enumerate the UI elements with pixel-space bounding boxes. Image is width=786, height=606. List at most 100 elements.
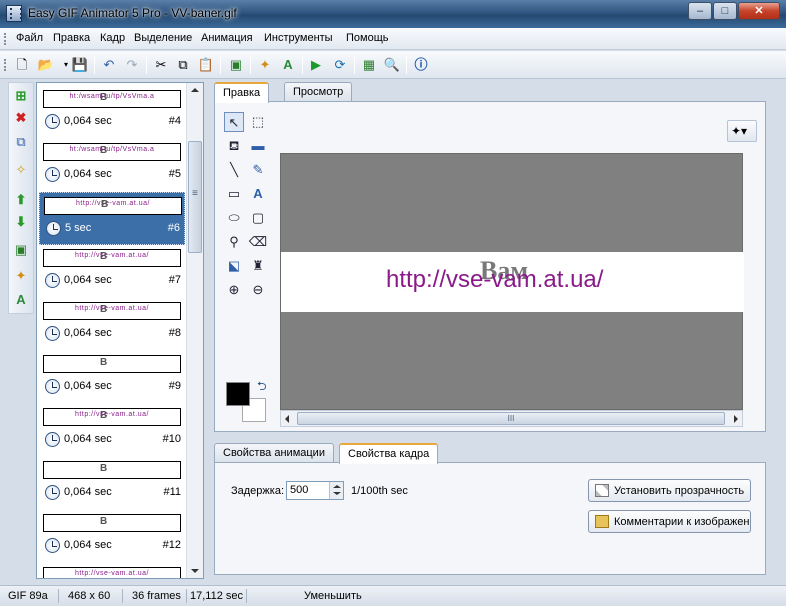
play-icon[interactable]: ▶ [306, 55, 326, 75]
eyedropper-icon[interactable]: ⚲ [224, 232, 244, 252]
spray-icon[interactable]: ♜ [248, 256, 268, 276]
toolbar-grip-icon[interactable] [4, 59, 7, 71]
maximize-button[interactable]: □ [713, 2, 737, 20]
delay-value[interactable]: 500 [290, 484, 308, 496]
rounded-rect-icon[interactable]: ▢ [248, 208, 268, 228]
menu-grip-icon[interactable] [4, 33, 7, 45]
frame-item[interactable]: B 0,064 sec #9 [39, 351, 185, 404]
resize-frame-icon[interactable]: ▣ [12, 241, 30, 259]
canvas[interactable]: Bам http://vse-vam.at.ua/ [280, 153, 744, 410]
swap-colors-icon[interactable]: ⮌ [257, 377, 267, 398]
effects-wand-icon[interactable]: ✦ [12, 267, 30, 285]
new-file-icon[interactable]: 🗋 [12, 55, 32, 75]
minimize-button[interactable]: ‒ [688, 2, 712, 20]
ellipse-icon[interactable]: ⬭ [224, 208, 244, 228]
eraser-icon[interactable]: ⌫ [248, 232, 268, 252]
fill-bucket-icon[interactable]: ⛾ [224, 136, 244, 156]
clock-icon [45, 432, 60, 447]
frame-item[interactable]: B 0,064 sec #11 [39, 457, 185, 510]
move-down-icon[interactable]: ⬇ [12, 213, 30, 231]
app-icon [6, 5, 22, 22]
tab-preview[interactable]: Просмотр [284, 82, 353, 102]
zoom-out-icon[interactable]: ⊖ [248, 280, 268, 300]
copy-icon[interactable]: ⧉ [173, 55, 193, 75]
scroll-down-icon[interactable] [191, 569, 199, 573]
frame-number: #5 [168, 168, 181, 180]
move-up-icon[interactable]: ⬆ [12, 191, 30, 209]
scroll-thumb[interactable] [188, 141, 202, 253]
help-icon[interactable]: ⓘ [411, 55, 431, 75]
rect-select-icon[interactable]: ⬚ [248, 112, 268, 132]
add-frame-icon[interactable]: ⊞ [12, 87, 30, 105]
frame-item[interactable]: B 0,064 sec #12 [39, 510, 185, 563]
frame-item[interactable]: http://vse-vam.at.ua/B 0,064 sec #8 [39, 298, 185, 351]
undo-icon[interactable]: ↶ [99, 55, 119, 75]
preview-zoom-icon[interactable]: 🔍 [382, 55, 402, 75]
new-frame-icon[interactable]: ✧ [12, 161, 30, 179]
menu-animation[interactable]: Анимация [201, 32, 253, 44]
frame-thumbnail: http://vse-vam.at.ua/B [44, 197, 182, 215]
set-transparency-button[interactable]: Установить прозрачность [588, 479, 751, 502]
tab-edit[interactable]: Правка [214, 82, 270, 103]
select-arrow-icon[interactable]: ↖ [224, 112, 244, 132]
insert-image-icon[interactable]: ▦ [359, 55, 379, 75]
status-bar: GIF 89a 468 x 60 36 frames 17,112 sec Ум… [0, 585, 786, 606]
magic-wand-icon[interactable]: ✦ [255, 55, 275, 75]
close-button[interactable]: ✕ [738, 2, 780, 20]
text-effect-icon[interactable]: A [278, 55, 298, 75]
text-frame-icon[interactable]: A [12, 291, 30, 309]
delay-spin-buttons[interactable] [329, 482, 343, 499]
frame-list-scrollbar[interactable] [186, 83, 203, 578]
canvas-hscrollbar[interactable]: III [280, 410, 743, 427]
paste-icon[interactable]: 📋 [196, 55, 216, 75]
redo-icon[interactable]: ↷ [122, 55, 142, 75]
folder-comment-icon [595, 515, 609, 528]
frame-delay: 0,064 sec [64, 539, 112, 551]
export-icon[interactable]: ⟳ [330, 55, 350, 75]
frame-item[interactable]: http://vse-vam.at.ua/ [39, 563, 185, 578]
open-folder-icon[interactable]: 📂 [36, 55, 56, 75]
scroll-right-icon[interactable] [734, 415, 738, 423]
scroll-left-icon[interactable] [285, 415, 289, 423]
text-tool-icon[interactable]: A [248, 184, 268, 204]
zoom-in-icon[interactable]: ⊕ [224, 280, 244, 300]
insert-frames-icon[interactable]: ⧉ [12, 133, 30, 151]
foreground-color-swatch[interactable] [226, 382, 250, 406]
frame-number: #4 [168, 115, 181, 127]
hscroll-thumb[interactable]: III [297, 412, 725, 425]
save-icon[interactable]: 💾 [70, 55, 90, 75]
frame-item[interactable]: ht:/wsam.tu/tp/VsVma.a B 0,064 sec #5 [39, 139, 185, 192]
menu-file[interactable]: Файл [16, 32, 43, 44]
cut-icon[interactable]: ✂ [151, 55, 171, 75]
canvas-options-button[interactable]: ✦▾ [727, 120, 757, 142]
scroll-up-icon[interactable] [191, 88, 199, 92]
line-icon[interactable]: ╲ [224, 160, 244, 180]
delay-stepper[interactable]: 500 [286, 481, 344, 500]
frame-list[interactable]: ht:/wsam.tu/tp/VsVma.a B 0,064 sec #4 ht:… [36, 82, 204, 579]
rectangle-icon[interactable]: ▭ [224, 184, 244, 204]
status-size: 468 x 60 [68, 590, 111, 602]
frame-delay: 0,064 sec [64, 115, 112, 127]
tab-frame-properties[interactable]: Свойства кадра [339, 443, 439, 464]
main-toolbar: 🗋 📂 ▾ 💾 ↶ ↷ ✂ ⧉ 📋 ▣ ✦ A ▶ ⟳ ▦ 🔍 ⓘ [0, 51, 786, 79]
menu-frame[interactable]: Кадр [100, 32, 125, 44]
frame-item-selected[interactable]: http://vse-vam.at.ua/B 5 sec #6 [39, 192, 185, 245]
menu-edit[interactable]: Правка [53, 32, 90, 44]
brush-icon[interactable]: ✎ [248, 160, 268, 180]
menu-help[interactable]: Помощь [346, 32, 389, 44]
image-comments-button[interactable]: Комментарии к изображению [588, 510, 751, 533]
menu-bar: Файл Правка Кадр Выделение Анимация Инст… [0, 28, 786, 50]
frame-delay: 0,064 sec [64, 168, 112, 180]
frame-number: #12 [162, 539, 181, 551]
menu-selection[interactable]: Выделение [134, 32, 192, 44]
frame-item[interactable]: http://vse-vam.at.ua/B 0,064 sec #7 [39, 245, 185, 298]
resize-image-icon[interactable]: ▣ [226, 55, 246, 75]
frame-item[interactable]: ht:/wsam.tu/tp/VsVma.a B 0,064 sec #4 [39, 86, 185, 139]
delete-frame-icon[interactable]: ✖ [12, 109, 30, 127]
gradient-icon[interactable]: ▬ [248, 136, 268, 156]
menu-tools[interactable]: Инструменты [264, 32, 333, 44]
frame-item[interactable]: http://vse-vam.at.ua/B 0,064 sec #10 [39, 404, 185, 457]
clock-icon [45, 167, 60, 182]
crop-icon[interactable]: ⬕ [224, 256, 244, 276]
tab-animation-properties[interactable]: Свойства анимации [214, 443, 334, 463]
